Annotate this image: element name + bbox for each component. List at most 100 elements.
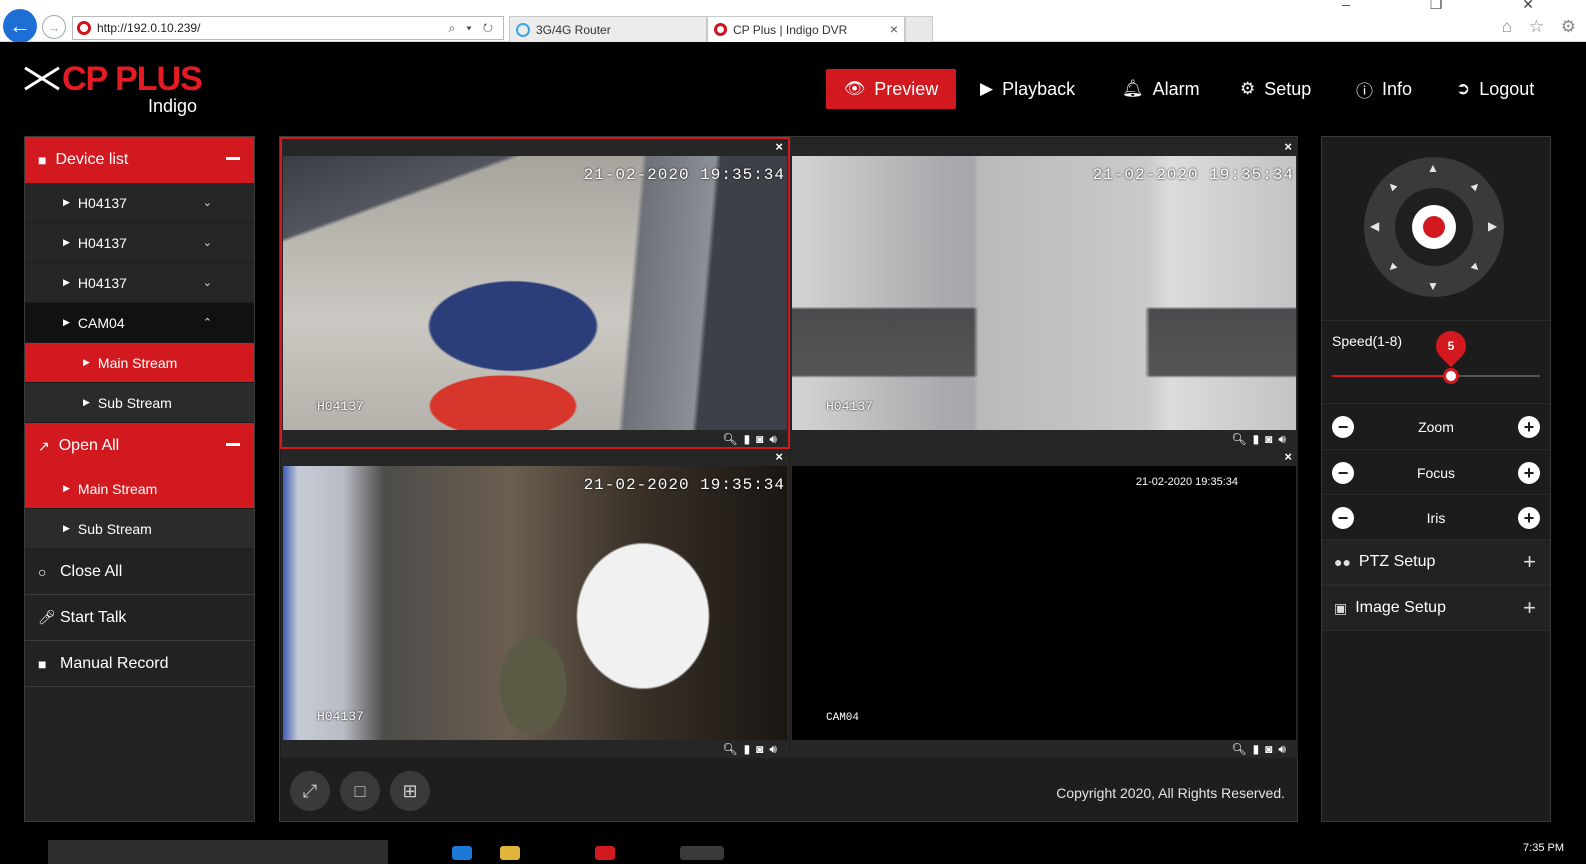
cell-toolbar-icons[interactable]: 🔍︎▮◙🔊︎ <box>1231 742 1292 757</box>
close-all-button[interactable]: ○ Close All <box>25 549 254 595</box>
open-all-sub-stream[interactable]: ▶ Sub Stream <box>25 509 254 549</box>
address-tools[interactable]: ⌕ ▾ ↻ <box>448 21 497 36</box>
zoom-label: Zoom <box>1418 418 1454 435</box>
nav-playback[interactable]: ▶ Playback <box>980 69 1075 109</box>
expand-icon: ⤢ <box>302 780 318 801</box>
speed-slider-handle[interactable] <box>1442 368 1459 384</box>
speed-slider-fill <box>1332 375 1451 377</box>
tab-close-icon[interactable]: × <box>890 21 898 37</box>
nav-preview[interactable]: 👁︎ Preview <box>826 69 956 109</box>
sidebar-device-cam04[interactable]: ▶ CAM04 ⌃ <box>25 303 254 343</box>
arrow-right-icon[interactable]: ▶ <box>1488 219 1497 233</box>
manual-record-button[interactable]: ■ Manual Record <box>25 641 254 687</box>
taskbar-app-icon[interactable] <box>595 846 615 860</box>
plus-icon[interactable]: + <box>1523 595 1536 621</box>
arrow-left-icon[interactable]: ◀ <box>1370 219 1379 233</box>
folder-icon[interactable] <box>500 846 520 860</box>
single-view-button[interactable]: □ <box>340 771 380 811</box>
ptz-direction-pad: ▲ ▼ ◀ ▶ ▲ ▲ ▲ ▲ <box>1322 137 1550 321</box>
chevron-down-icon[interactable]: ⌄ <box>203 276 212 289</box>
focus-plus-button[interactable]: + <box>1518 461 1540 484</box>
new-tab-button[interactable] <box>905 16 933 42</box>
collapse-icon[interactable] <box>226 443 240 446</box>
camera-label-overlay: H04137 <box>317 709 364 724</box>
ptz-center-button[interactable] <box>1412 205 1456 249</box>
nav-setup[interactable]: ⚙︎ Setup <box>1240 69 1311 109</box>
window-controls[interactable]: – ❐ ✕ <box>1342 0 1572 13</box>
arrow-up-left-icon[interactable]: ▲ <box>1383 177 1401 195</box>
close-icon[interactable]: × <box>1284 139 1292 154</box>
cell-toolbar-icons[interactable]: 🔍︎▮◙🔊︎ <box>1231 432 1292 447</box>
nav-logout[interactable]: ➲ Logout <box>1456 69 1534 109</box>
camera-feed[interactable]: 21-02-2020 19:35:34 CAM04 <box>792 466 1296 740</box>
sidebar-device-1[interactable]: ▶ H04137 ⌄ <box>25 183 254 223</box>
zoom-out-button[interactable]: − <box>1332 415 1354 438</box>
device-label: H04137 <box>77 234 127 251</box>
fullscreen-button[interactable]: ⤢ <box>290 771 330 811</box>
browser-toolbar-icons[interactable]: ⌂ ☆ ⚙ <box>1502 17 1582 37</box>
address-bar[interactable]: http://192.0.10.239/ ⌕ ▾ ↻ <box>72 16 504 40</box>
arrow-down-right-icon[interactable]: ▲ <box>1467 259 1485 277</box>
cell-toolbar-icons[interactable]: 🔍︎▮◙🔊︎ <box>722 432 783 447</box>
chevron-down-icon[interactable]: ⌄ <box>203 236 212 249</box>
speed-value-bubble: 5 <box>1429 324 1473 368</box>
video-cell-1[interactable]: × 21-02-2020 19:35:34 H04137 🔍︎▮◙🔊︎ <box>280 137 790 449</box>
quad-view-button[interactable]: ⊞ <box>390 771 430 811</box>
grid-icon: ⊞ <box>402 780 418 801</box>
arrow-up-icon[interactable]: ▲ <box>1427 161 1439 175</box>
start-talk-button[interactable]: 🎤︎ Start Talk <box>25 595 254 641</box>
ptz-setup-button[interactable]: ●● PTZ Setup + <box>1322 539 1550 585</box>
cam04-main-stream[interactable]: ▶ Main Stream <box>25 343 254 383</box>
video-camera-icon: ■ <box>38 152 47 168</box>
video-cell-3[interactable]: × 21-02-2020 19:35:34 H04137 🔍︎▮◙🔊︎ <box>281 448 789 758</box>
site-favicon-icon <box>77 21 91 35</box>
sidebar-device-3[interactable]: ▶ H04137 ⌄ <box>25 263 254 303</box>
dvr-app: CP PLUS Indigo 👁︎ Preview ▶ Playback 🔔︎ … <box>0 42 1586 838</box>
nav-alarm[interactable]: 🔔︎ Alarm <box>1122 69 1200 109</box>
arrow-down-left-icon[interactable]: ▲ <box>1383 259 1401 277</box>
arrow-up-right-icon[interactable]: ▲ <box>1467 177 1485 195</box>
collapse-icon[interactable] <box>226 157 240 160</box>
tab-cpplus[interactable]: CP Plus | Indigo DVR × <box>707 16 905 42</box>
tab-router[interactable]: 3G/4G Router <box>509 16 707 42</box>
speed-slider[interactable]: 5 <box>1332 324 1540 384</box>
cell-toolbar-icons[interactable]: 🔍︎▮◙🔊︎ <box>722 742 783 757</box>
taskbar-search[interactable] <box>48 840 388 864</box>
plus-icon[interactable]: + <box>1523 549 1536 575</box>
device-list-header[interactable]: ■ Device list <box>25 137 254 183</box>
focus-minus-button[interactable]: − <box>1332 461 1354 484</box>
taskbar-app-icon[interactable] <box>452 846 472 860</box>
camera-feed[interactable]: 21-02-2020 19:35:34 H04137 <box>283 466 787 740</box>
camera-label-overlay: H04137 <box>317 399 364 414</box>
arrow-down-icon[interactable]: ▼ <box>1427 279 1439 293</box>
ptz-inner-ring <box>1395 188 1473 266</box>
camera-feed[interactable]: 21-02-2020 19:35:34 H04137 <box>792 156 1296 430</box>
chevron-down-icon[interactable]: ⌄ <box>203 196 212 209</box>
cam04-sub-stream[interactable]: ▶ Sub Stream <box>25 383 254 423</box>
close-icon[interactable]: × <box>1284 449 1292 464</box>
video-cell-4[interactable]: × 21-02-2020 19:35:34 CAM04 🔍︎▮◙🔊︎ <box>790 448 1298 758</box>
close-icon[interactable]: × <box>775 139 783 154</box>
logo-brand: CP PLUS <box>62 60 203 98</box>
copyright-text: Copyright 2020, All Rights Reserved. <box>1056 785 1285 801</box>
open-all-header[interactable]: ↗ Open All <box>25 423 254 469</box>
iris-plus-button[interactable]: + <box>1518 506 1540 529</box>
back-arrow-icon[interactable]: ← <box>3 9 37 43</box>
circle-icon: ○ <box>38 563 47 580</box>
ptz-ring[interactable]: ▲ ▼ ◀ ▶ ▲ ▲ ▲ ▲ <box>1364 157 1504 297</box>
image-setup-button[interactable]: ▣ Image Setup + <box>1322 585 1550 631</box>
caret-right-icon: ▶ <box>83 357 90 367</box>
nav-info[interactable]: ⓘ Info <box>1356 69 1412 109</box>
iris-minus-button[interactable]: − <box>1332 506 1354 529</box>
camera-feed[interactable]: 21-02-2020 19:35:34 H04137 <box>283 156 787 430</box>
forward-arrow-icon[interactable]: → <box>42 15 66 39</box>
close-icon[interactable]: × <box>775 449 783 464</box>
image-icon: ▣ <box>1334 599 1348 616</box>
video-cell-2[interactable]: × 21-02-2020 19:35:34 H04137 🔍︎▮◙🔊︎ <box>790 138 1298 448</box>
zoom-in-button[interactable]: + <box>1518 415 1540 438</box>
sidebar-device-2[interactable]: ▶ H04137 ⌄ <box>25 223 254 263</box>
chevron-up-icon[interactable]: ⌃ <box>203 316 212 329</box>
ie-taskbar-icon[interactable] <box>680 846 724 860</box>
open-all-main-stream[interactable]: ▶ Main Stream <box>25 469 254 509</box>
address-text[interactable]: http://192.0.10.239/ <box>97 21 448 35</box>
